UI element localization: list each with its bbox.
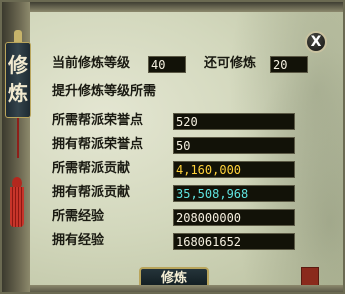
owned-experience-value: 168061652 xyxy=(173,233,295,250)
red-tassel-ornament xyxy=(7,177,27,227)
required-contribution-label: 所需帮派贡献 xyxy=(52,161,131,176)
banner-cord xyxy=(17,118,19,158)
current-level-value: 40 xyxy=(148,56,186,73)
required-honor-label: 所需帮派荣誉点 xyxy=(52,113,144,128)
required-contribution-value: 4,160,000 xyxy=(173,161,295,178)
tassel-threads xyxy=(10,187,24,227)
bottom-frame xyxy=(30,285,343,292)
top-frame xyxy=(30,2,343,12)
title-char-2: 炼 xyxy=(8,81,28,105)
owned-contribution-value: 35,508,968 xyxy=(173,185,295,202)
cultivation-panel: 修 炼 X 当前修炼等级 40 还可修炼 20 提升修炼等级所需 所需帮派荣誉点… xyxy=(0,0,345,294)
owned-experience-label: 拥有经验 xyxy=(52,233,105,248)
banner-knob xyxy=(14,30,22,42)
owned-honor-value: 50 xyxy=(173,137,295,154)
current-level-label: 当前修炼等级 xyxy=(52,56,131,71)
required-honor-value: 520 xyxy=(173,113,295,130)
owned-contribution-label: 拥有帮派贡献 xyxy=(52,185,131,200)
title-banner: 修 炼 xyxy=(5,30,31,170)
requirements-heading: 提升修炼等级所需 xyxy=(52,84,157,99)
max-level-value: 20 xyxy=(270,56,308,73)
close-button[interactable]: X xyxy=(305,31,327,53)
required-experience-value: 208000000 xyxy=(173,209,295,226)
required-experience-label: 所需经验 xyxy=(52,209,105,224)
title-char-1: 修 xyxy=(8,53,28,77)
max-level-label: 还可修炼 xyxy=(204,56,257,71)
owned-honor-label: 拥有帮派荣誉点 xyxy=(52,137,144,152)
